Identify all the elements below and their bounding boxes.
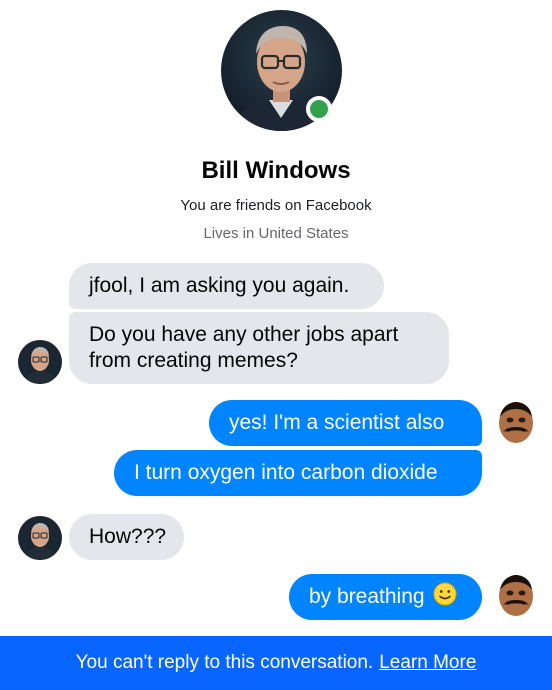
sender-avatar[interactable]: [18, 516, 62, 560]
message-text: jfool, I am asking you again.: [89, 274, 350, 297]
outgoing-message[interactable]: by breathing: [289, 574, 482, 620]
message-text: Do you have any other jobs apart from cr…: [89, 323, 399, 372]
friends-status-text: You are friends on Facebook: [180, 197, 372, 214]
learn-more-link[interactable]: Learn More: [379, 652, 476, 674]
cannot-reply-bar: You can't reply to this conversation. Le…: [0, 636, 552, 690]
location-text: Lives in United States: [203, 225, 349, 242]
online-status-indicator: [306, 96, 332, 122]
outgoing-message[interactable]: I turn oxygen into carbon dioxide: [114, 450, 482, 496]
my-avatar[interactable]: [494, 401, 538, 445]
cannot-reply-text: You can't reply to this conversation.: [75, 652, 374, 673]
sender-avatar[interactable]: [18, 340, 62, 384]
incoming-message[interactable]: How???: [69, 514, 184, 560]
my-avatar[interactable]: [494, 574, 538, 618]
message-text: I turn oxygen into carbon dioxide: [134, 461, 438, 484]
message-text: yes! I'm a scientist also: [229, 411, 445, 434]
message-text: by breathing: [309, 585, 425, 608]
message-text: How???: [89, 525, 167, 548]
outgoing-message[interactable]: yes! I'm a scientist also: [209, 400, 482, 446]
profile-name: Bill Windows: [201, 157, 351, 184]
incoming-message[interactable]: Do you have any other jobs apart from cr…: [69, 312, 449, 384]
slightly-smiling-face-icon: [433, 582, 457, 613]
incoming-message[interactable]: jfool, I am asking you again.: [69, 263, 384, 309]
